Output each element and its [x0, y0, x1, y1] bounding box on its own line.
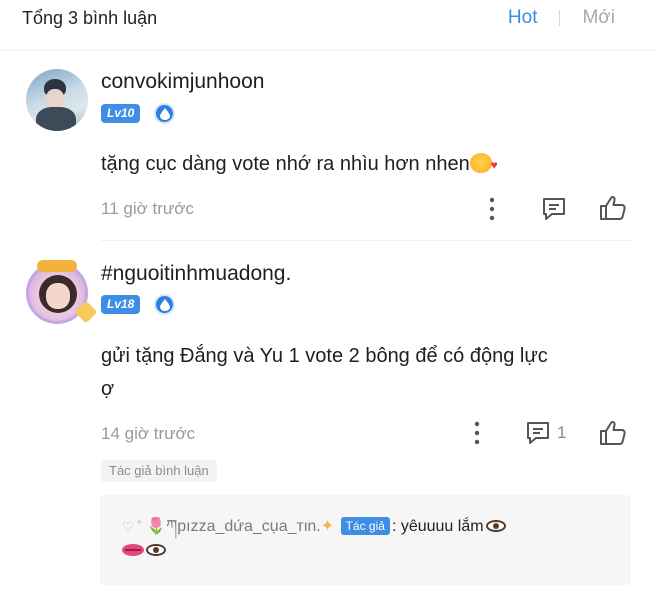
reply-count: 1: [557, 423, 567, 442]
comment-time: 14 giờ trước: [101, 424, 196, 443]
sort-tabs: Hot Mới: [508, 7, 615, 29]
water-drop-icon: [154, 103, 175, 124]
author-reply[interactable]: ♡ ˚ 🌷ཀpızza_dứa_cụa_тιn.✦ Tác giả: yêuuu…: [100, 495, 631, 585]
tab-hot[interactable]: Hot: [508, 7, 538, 29]
header-divider: [0, 50, 657, 51]
more-vertical-icon[interactable]: [489, 197, 495, 221]
comment-text: gửi tặng Đắng và Yu 1 vote 2 bông để có …: [101, 340, 641, 406]
sparkles-emoji-icon: ✦: [320, 518, 335, 535]
more-vertical-icon[interactable]: [474, 421, 480, 445]
rose-emoji-icon: 🌷: [146, 518, 166, 535]
thumbs-up-icon[interactable]: [599, 195, 627, 221]
comment-text: tặng cục dàng vote nhớ ra nhìu hơn nhen: [101, 148, 641, 182]
level-badge: Lv18: [101, 295, 141, 314]
author-tag: Tác giả: [340, 517, 390, 535]
comment-text-body: tặng cục dàng vote nhớ ra nhìu hơn nhen: [101, 153, 470, 175]
lips-emoji-icon: [122, 544, 144, 556]
reply-author-name[interactable]: ཀpızza_dứa_cụa_тιn.: [166, 518, 321, 535]
avatar[interactable]: [26, 69, 88, 131]
author-comment-chip: Tác giả bình luận: [101, 460, 217, 482]
reply-count-button[interactable]: 1: [525, 421, 566, 445]
total-comments-label: Tổng 3 bình luận: [22, 8, 158, 28]
tab-separator: [559, 10, 561, 26]
reply-decoration: ♡ ˚: [122, 519, 142, 534]
comment-username[interactable]: convokimjunhoon: [101, 70, 264, 94]
eye-emoji-icon: [146, 544, 166, 556]
comment-time: 11 giờ trước: [101, 199, 194, 218]
avatar-frame[interactable]: [22, 258, 98, 328]
comments-header: Tổng 3 bình luận Hot Mới: [0, 0, 657, 38]
smiling-hearts-emoji-icon: [469, 149, 498, 182]
comment-username[interactable]: #nguoitinhmuadong.: [101, 262, 291, 286]
water-drop-icon: [154, 294, 175, 315]
comment-divider: [101, 240, 631, 241]
comment-icon[interactable]: [541, 197, 567, 221]
avatar-body: [36, 107, 76, 131]
tab-new[interactable]: Mới: [582, 7, 615, 29]
reply-text: : yêuuuu lắm: [391, 518, 484, 535]
comment-text-line: ợ: [101, 378, 115, 400]
comment-text-line: gửi tặng Đắng và Yu 1 vote 2 bông để có …: [101, 345, 548, 367]
eye-emoji-icon: [485, 520, 506, 532]
avatar-face: [46, 89, 64, 109]
level-badge: Lv10: [101, 104, 141, 123]
avatar-frame-badge: [37, 260, 77, 272]
thumbs-up-icon[interactable]: [599, 420, 627, 446]
avatar-face: [46, 283, 70, 309]
comment-icon: [527, 422, 549, 444]
